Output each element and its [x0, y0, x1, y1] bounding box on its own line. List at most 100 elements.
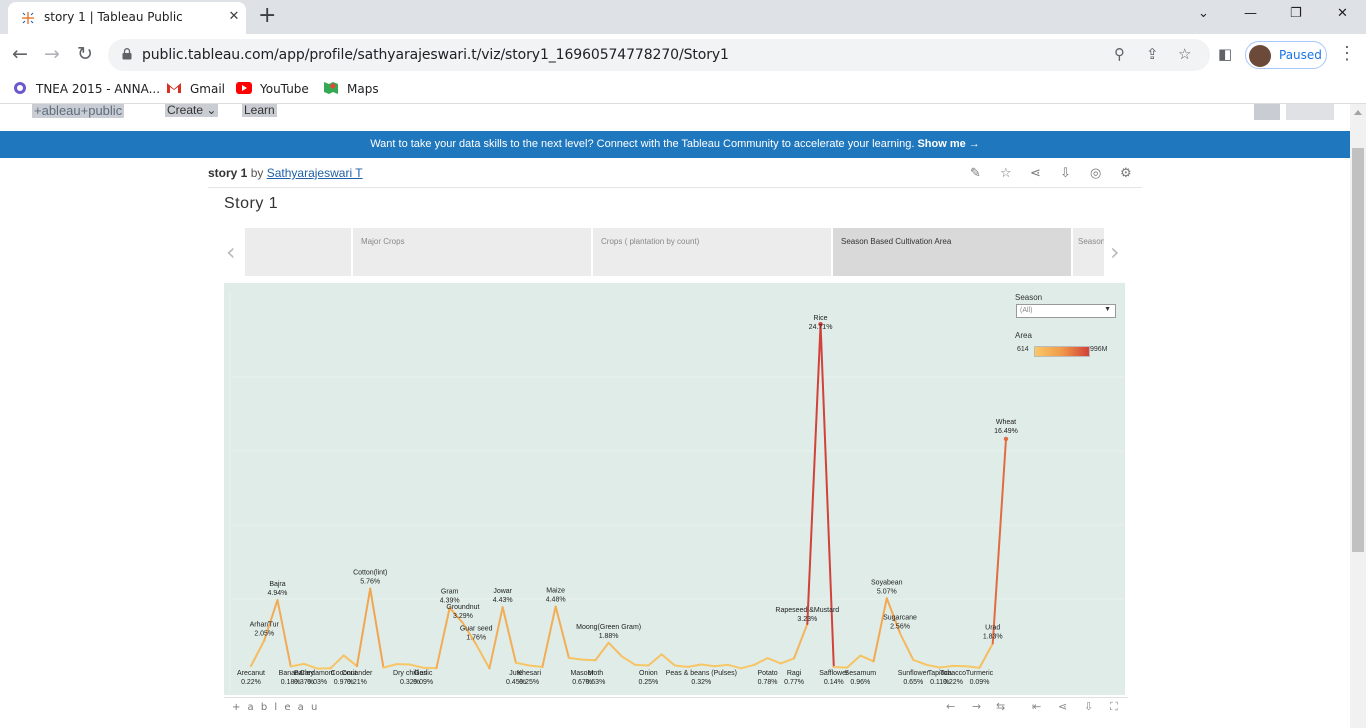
redo-icon[interactable]: →	[972, 700, 981, 713]
story-point[interactable]: Major Crops	[353, 228, 591, 276]
line-segment	[687, 663, 703, 668]
line-segment	[382, 663, 398, 669]
nav-learn[interactable]: Learn	[242, 104, 277, 117]
reload-icon[interactable]: ↻	[77, 43, 93, 65]
browser-menu-icon[interactable]: ⋮	[1338, 43, 1356, 64]
address-bar[interactable]: public.tableau.com/app/profile/sathyaraj…	[108, 39, 1210, 71]
url-text: public.tableau.com/app/profile/sathyaraj…	[142, 47, 729, 63]
minimize-icon[interactable]: —	[1244, 6, 1257, 21]
bookmark-gmail[interactable]: Gmail	[166, 81, 225, 96]
line-segment	[779, 657, 796, 665]
side-panel-icon[interactable]: ◧	[1218, 45, 1232, 63]
tableau-footer-logo[interactable]: + a b l e a u	[232, 702, 319, 713]
tab-title: story 1 | Tableau Public	[44, 10, 183, 24]
line-segment	[912, 658, 928, 666]
undo-icon[interactable]: ←	[946, 700, 955, 713]
line-chart: Arecanut0.22%Arhar/Tur2.05%Bajra4.94%Ban…	[229, 291, 1124, 693]
show-me-link[interactable]: Show me →	[917, 138, 979, 150]
search-icon[interactable]	[1286, 104, 1334, 120]
download-icon[interactable]: ⇩	[1060, 166, 1071, 181]
season-filter-label: Season	[1015, 293, 1043, 302]
story-point[interactable]	[245, 228, 351, 276]
line-segment	[594, 641, 610, 662]
nav-create-label: Create	[167, 104, 204, 117]
fullscreen-icon[interactable]: ⛶	[1110, 700, 1118, 714]
tab-close-icon[interactable]: ✕	[225, 8, 243, 24]
data-label-crop: Arhar/Tur	[250, 621, 280, 628]
line-segment	[541, 605, 557, 668]
nav-create[interactable]: Create ⌄	[165, 104, 219, 117]
data-label-value: 0.32%	[691, 679, 711, 686]
profile-status: Paused	[1279, 48, 1322, 62]
favorite-star-icon[interactable]: ☆	[1000, 166, 1012, 181]
bookmark-label: YouTube	[260, 82, 309, 96]
browser-tab[interactable]: story 1 | Tableau Public ✕	[8, 2, 246, 34]
revert-icon[interactable]: ⇆	[996, 700, 1005, 713]
restore-icon[interactable]: ❐	[1290, 6, 1302, 21]
data-label-value: 1.88%	[599, 633, 619, 640]
bookmark-youtube[interactable]: YouTube	[236, 81, 309, 96]
data-label-crop: Rice	[814, 315, 828, 322]
new-tab-icon[interactable]: +	[258, 3, 276, 28]
edit-icon[interactable]: ✎	[970, 166, 981, 181]
data-label-value: 0.96%	[850, 679, 870, 686]
bookmark-label: Gmail	[190, 82, 226, 96]
season-select[interactable]: (All) ▼	[1016, 304, 1116, 318]
data-label-crop: Moth	[588, 670, 604, 677]
youtube-icon	[236, 82, 252, 94]
line-segment	[965, 665, 981, 669]
bookmark-maps[interactable]: Maps	[323, 81, 379, 96]
story-next-icon[interactable]: ›	[1110, 238, 1120, 266]
share-icon[interactable]: ⇪	[1146, 45, 1159, 63]
data-label-value: 0.09%	[970, 679, 990, 686]
data-label-value: 24.71%	[809, 324, 833, 331]
area-legend-min: 614	[1017, 346, 1029, 353]
data-label-crop: Soyabean	[871, 579, 903, 586]
bookmark-tnea[interactable]: TNEA 2015 - ANNA...	[12, 81, 160, 96]
footer-share-icon[interactable]: ⋖	[1058, 700, 1067, 713]
account-icon[interactable]	[1254, 104, 1280, 120]
data-label-crop: Maize	[546, 587, 565, 594]
data-label-crop: Potato	[757, 670, 777, 677]
data-point	[1003, 436, 1009, 442]
data-label-crop: Groundnut	[446, 604, 479, 611]
line-segment	[607, 641, 623, 658]
data-label-crop: Sesamum	[845, 670, 877, 677]
story-point[interactable]: Season	[1073, 228, 1104, 276]
line-segment	[673, 664, 690, 668]
line-segment	[488, 606, 504, 670]
forward-icon[interactable]: →	[44, 43, 60, 65]
back-icon[interactable]: ←	[12, 43, 28, 65]
scroll-up-icon[interactable]	[1354, 110, 1362, 115]
zoom-icon[interactable]: ⚲	[1114, 45, 1125, 63]
settings-gear-icon[interactable]: ⚙	[1120, 166, 1132, 181]
line-segment	[289, 662, 305, 668]
story-prev-icon[interactable]: ‹	[226, 238, 236, 266]
data-label-crop: Gram	[441, 589, 459, 596]
reset-icon[interactable]: ⇤	[1032, 700, 1041, 713]
page-scrollbar[interactable]	[1350, 104, 1366, 728]
share-icon[interactable]: ⋖	[1030, 166, 1041, 181]
line-segment	[581, 658, 597, 662]
close-window-icon[interactable]: ✕	[1337, 6, 1348, 21]
area-legend-label: Area	[1015, 331, 1032, 340]
lock-icon	[122, 48, 132, 60]
tab-search-chevron-icon[interactable]: ⌄	[1198, 6, 1209, 21]
data-label-value: 0.63%	[585, 679, 605, 686]
viz-author-link[interactable]: Sathyarajeswari T	[267, 166, 363, 180]
story-point-active[interactable]: Season Based Cultivation Area	[833, 228, 1071, 276]
data-label-crop: Wheat	[996, 419, 1016, 426]
tableau-public-logo[interactable]: +ableau+public	[32, 104, 125, 118]
line-segment	[276, 599, 292, 668]
story-point[interactable]: Crops ( plantation by count)	[593, 228, 831, 276]
data-label-crop: Khesari	[517, 670, 541, 677]
scroll-thumb[interactable]	[1352, 148, 1364, 552]
metadata-icon[interactable]: ◎	[1090, 166, 1101, 181]
line-segment	[899, 632, 915, 661]
footer-download-icon[interactable]: ⇩	[1084, 700, 1093, 713]
bookmark-star-icon[interactable]: ☆	[1178, 45, 1191, 63]
data-label-value: 0.22%	[241, 679, 261, 686]
profile-button[interactable]: Paused	[1245, 41, 1327, 69]
line-segment	[713, 663, 729, 668]
line-segment	[647, 653, 663, 667]
